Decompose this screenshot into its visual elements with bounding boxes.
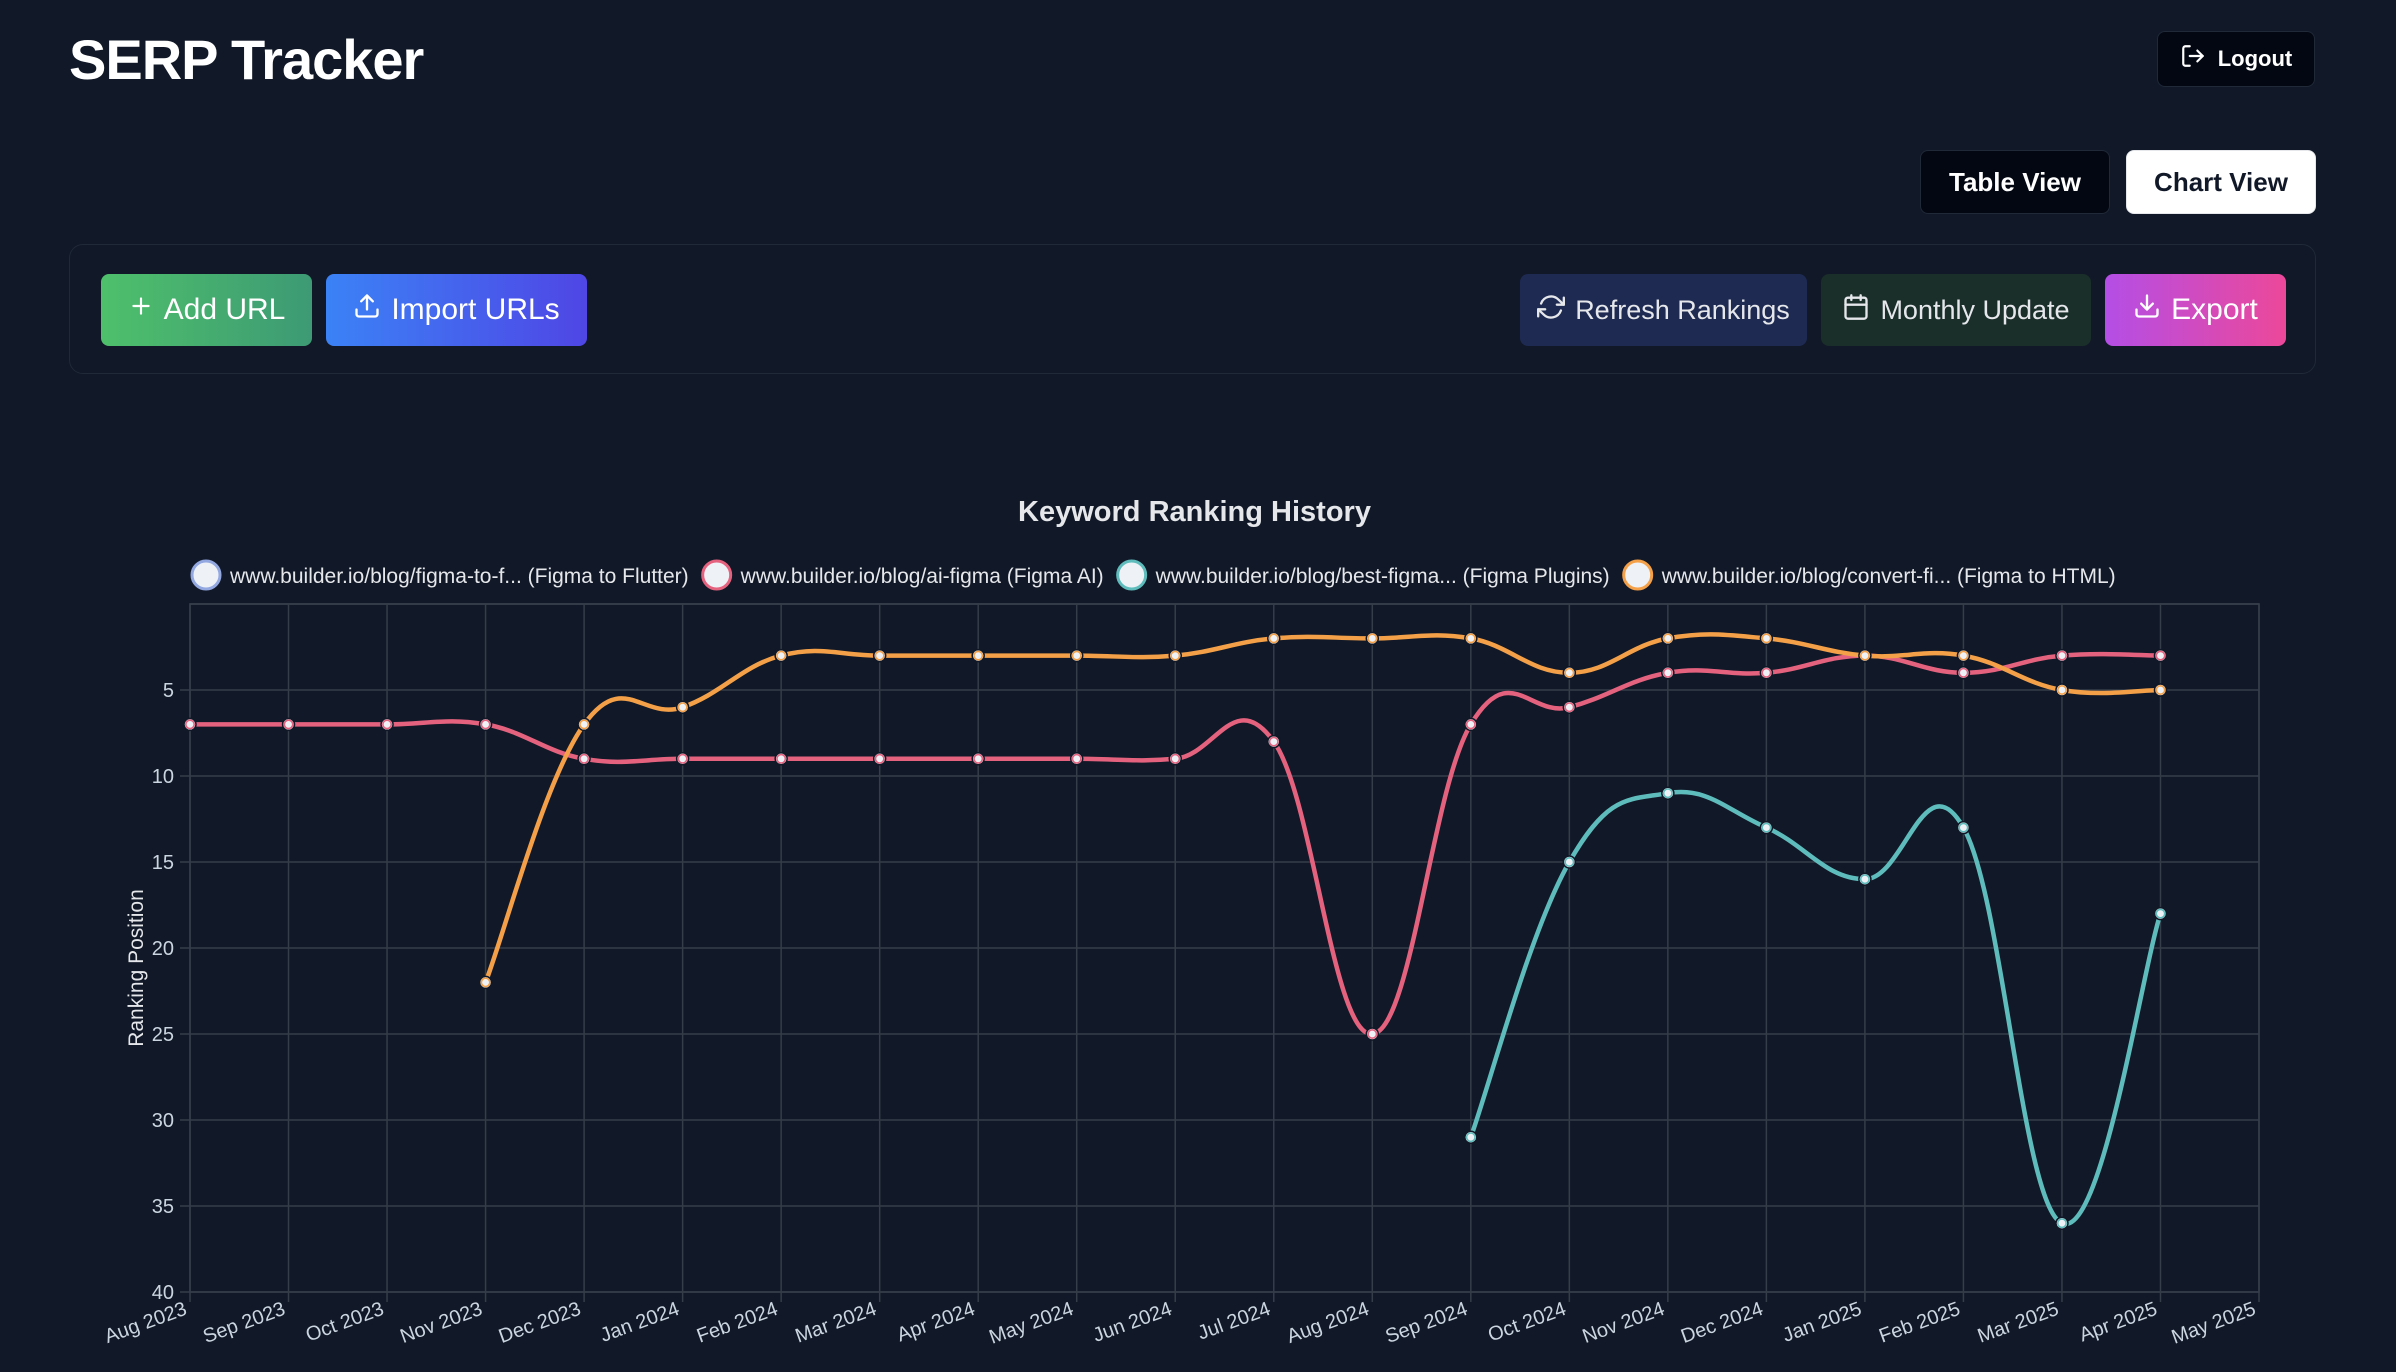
y-tick-label: 35 [152, 1196, 174, 1218]
x-tick-label: Sep 2024 [1383, 1298, 1471, 1348]
y-tick-label: 20 [152, 938, 174, 960]
x-tick-label: Apr 2024 [894, 1298, 978, 1346]
x-tick-label: Nov 2023 [397, 1298, 485, 1348]
series-line [483, 632, 2161, 984]
legend-entry[interactable]: www.builder.io/blog/ai-figma (Figma AI) [740, 565, 1104, 588]
legend-entry[interactable]: www.builder.io/blog/best-figma... (Figma… [1155, 565, 1610, 588]
legend-entry[interactable]: www.builder.io/blog/convert-fi... (Figma… [1661, 565, 2116, 588]
chart-title: Keyword Ranking History [1018, 496, 1371, 528]
x-tick-label: Aug 2024 [1284, 1298, 1372, 1348]
y-tick-label: 25 [152, 1024, 174, 1046]
x-tick-label: Aug 2023 [102, 1298, 190, 1348]
x-tick-label: Mar 2025 [1975, 1298, 2062, 1348]
x-tick-label: Feb 2025 [1876, 1298, 1963, 1348]
x-tick-label: Mar 2024 [792, 1298, 879, 1348]
x-tick-label: Jan 2025 [1780, 1298, 1865, 1347]
legend-swatch[interactable] [1622, 559, 1654, 591]
x-tick-label: Nov 2024 [1580, 1298, 1668, 1348]
x-tick-label: May 2024 [986, 1298, 1076, 1349]
series-line [1468, 789, 2163, 1226]
legend-swatch[interactable] [1116, 559, 1148, 591]
legend-entry[interactable]: www.builder.io/blog/figma-to-f... (Figma… [229, 565, 689, 588]
x-tick-label: Oct 2023 [303, 1298, 387, 1346]
x-tick-label: Apr 2025 [2076, 1298, 2160, 1346]
y-axis-label: Ranking Position [125, 889, 148, 1047]
x-tick-label: Jul 2024 [1195, 1298, 1274, 1345]
x-tick-label: Dec 2024 [1678, 1298, 1766, 1348]
x-tick-label: May 2025 [2169, 1298, 2259, 1349]
x-tick-label: Jun 2024 [1090, 1298, 1175, 1347]
x-tick-label: Oct 2024 [1485, 1298, 1569, 1346]
x-tick-label: Sep 2023 [200, 1298, 288, 1348]
y-tick-label: 40 [152, 1282, 174, 1304]
y-tick-label: 30 [152, 1110, 174, 1132]
y-tick-label: 10 [152, 766, 174, 788]
ranking-history-chart: 510152025303540Aug 2023 Sep 2023 Oct 2023 N… [102, 496, 2260, 1349]
x-tick-label: Feb 2024 [694, 1298, 781, 1348]
legend-swatch[interactable] [190, 559, 222, 591]
x-tick-label: Dec 2023 [496, 1298, 584, 1348]
x-tick-label: Jan 2024 [597, 1298, 682, 1347]
legend-swatch[interactable] [701, 559, 733, 591]
y-tick-label: 5 [163, 680, 174, 702]
y-tick-label: 15 [152, 852, 174, 874]
